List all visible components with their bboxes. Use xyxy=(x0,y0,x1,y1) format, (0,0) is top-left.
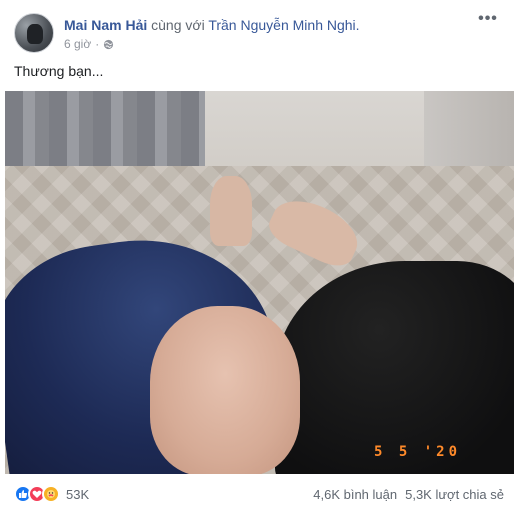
post-author-line: Mai Nam Hải cùng với Trần Nguyễn Minh Ng… xyxy=(64,17,360,33)
author-avatar[interactable] xyxy=(14,13,54,53)
photo-foot-left xyxy=(210,176,252,246)
photo-date-stamp: 5 5 '20 xyxy=(374,444,462,460)
post-caption: Thương bạn... xyxy=(14,63,104,79)
meta-separator: · xyxy=(95,37,100,51)
photo-curtain-right xyxy=(424,91,514,166)
post-photo[interactable]: 5 5 '20 xyxy=(5,91,514,474)
post-footer: 53K 4,6K bình luận 5,3K lượt chia sẻ xyxy=(14,485,504,505)
reaction-count[interactable]: 53K xyxy=(66,487,89,502)
post-meta: 6 giờ · xyxy=(64,37,114,51)
tagged-person-link[interactable]: Trần Nguyễn Minh Nghi. xyxy=(208,17,359,33)
globe-icon[interactable] xyxy=(103,39,114,50)
engagement-stats: 4,6K bình luận 5,3K lượt chia sẻ xyxy=(313,487,504,502)
post-time-link[interactable]: 6 giờ xyxy=(64,37,91,51)
more-options-button[interactable]: ••• xyxy=(476,7,500,31)
avatar-silhouette xyxy=(27,24,43,44)
photo-holding-hands xyxy=(150,306,300,474)
care-icon xyxy=(42,485,60,503)
facebook-post: Mai Nam Hải cùng với Trần Nguyễn Minh Ng… xyxy=(0,0,514,522)
with-text: cùng với xyxy=(151,17,205,33)
author-name-link[interactable]: Mai Nam Hải xyxy=(64,17,147,33)
post-header: Mai Nam Hải cùng với Trần Nguyễn Minh Ng… xyxy=(14,10,500,55)
reactions-summary[interactable]: 53K xyxy=(14,485,89,503)
comments-count-link[interactable]: 4,6K bình luận xyxy=(313,487,397,502)
shares-count-link[interactable]: 5,3K lượt chia sẻ xyxy=(405,487,504,502)
